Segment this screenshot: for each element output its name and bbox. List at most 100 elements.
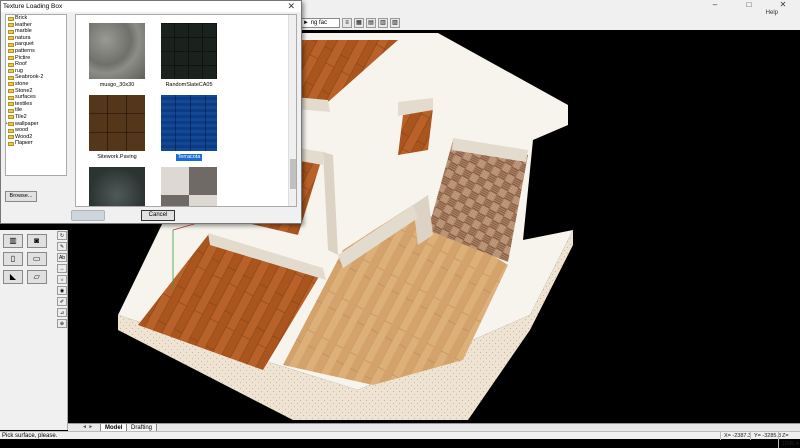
folder-label: Wood2 [15, 133, 33, 140]
tool-palette: ▥ ◙ ▯ ▭ ◣ ▱ [2, 232, 50, 286]
texture-grid[interactable]: musgo_30x30 RandomSlateCA05 Sitework.Pavin… [75, 14, 297, 207]
minimize-icon[interactable]: – [698, 0, 732, 10]
sheet-tabs: ◄ ► Model Drafting [68, 423, 800, 432]
texture-label: musgo_30x30 [99, 82, 135, 88]
texture-tile[interactable]: musgo_30x30 [82, 23, 152, 89]
secondary-tools: ↻ ✎ Ab ↔ ☼ ◉ ✐ ⊿ ⊕ [56, 230, 68, 330]
folder-icon [8, 62, 14, 67]
folder-label: surfaces [15, 94, 36, 101]
folder-item[interactable]: parquet [6, 41, 66, 48]
folder-item[interactable]: Brick [6, 15, 66, 22]
folder-item[interactable]: tile [6, 107, 66, 114]
terrain-tool-icon[interactable]: ◣ [3, 270, 23, 284]
folder-item[interactable]: patterns [6, 48, 66, 55]
folder-icon [8, 128, 14, 133]
coord-z: Z= 1045.4 [778, 432, 800, 448]
folder-item[interactable]: Seabrook-2 [6, 74, 66, 81]
folder-icon [8, 23, 14, 28]
folder-item[interactable]: marble [6, 28, 66, 35]
folder-item[interactable]: surfaces [6, 94, 66, 101]
cancel-button[interactable]: Cancel [141, 210, 175, 221]
folder-item[interactable]: + wallpaper [6, 121, 66, 128]
texture-tile[interactable] [154, 167, 224, 206]
rotate-icon[interactable]: ↻ [57, 231, 67, 240]
texture-tile[interactable]: Terracota [154, 95, 224, 161]
folder-icon [8, 108, 14, 113]
texture-loading-dialog: Texture Loading Box ✕ Brick leather marble… [0, 0, 302, 224]
dialog-titlebar[interactable]: Texture Loading Box ✕ [1, 1, 301, 12]
folder-item[interactable]: textiles [6, 101, 66, 108]
folder-item[interactable]: natura [6, 35, 66, 42]
folder-icon [8, 135, 14, 140]
folder-item[interactable]: leather [6, 22, 66, 29]
folder-item[interactable]: Pictire [6, 55, 66, 62]
edit-icon[interactable]: ✎ [57, 242, 67, 251]
folder-label: rug [15, 67, 23, 74]
texture-tile[interactable]: Sitework.Paving [82, 95, 152, 161]
measure-icon[interactable]: ⊿ [57, 308, 67, 317]
folder-label: patterns [15, 47, 35, 54]
text-tool-icon[interactable]: Ab [57, 253, 67, 262]
folder-label: Stone2 [15, 87, 33, 94]
view-mode-select[interactable]: ► ng fac [300, 17, 340, 28]
folder-icon [8, 36, 14, 41]
texture-thumbnail[interactable] [89, 23, 145, 79]
folder-icon [8, 29, 14, 34]
folder-item[interactable]: rug [6, 68, 66, 75]
close-icon[interactable]: ✕ [287, 1, 295, 12]
pen-icon[interactable]: ✐ [57, 297, 67, 306]
list-view-icon[interactable]: ≡ [342, 17, 352, 28]
folder-tree[interactable]: Brick leather marble natura parquet patterns P… [5, 14, 67, 176]
window-tool-icon[interactable]: ▥ [3, 234, 23, 248]
maximize-icon[interactable]: □ [732, 0, 766, 10]
texture-tile[interactable]: RandomSlateCA05 [154, 23, 224, 89]
stair-tool-icon[interactable]: ▱ [26, 270, 47, 284]
folder-item[interactable]: Паркет [6, 140, 66, 147]
dimension-icon[interactable]: ↔ [57, 264, 67, 273]
folder-label: Brick [15, 15, 28, 21]
dialog-title: Texture Loading Box [3, 3, 63, 10]
folder-icon [8, 82, 14, 87]
folder-icon [8, 56, 14, 61]
folder-label: Pictire [15, 54, 31, 61]
tab-nav-arrows[interactable]: ◄ ► [82, 424, 93, 430]
folder-label: leather [15, 21, 32, 28]
columns-view-icon[interactable]: ▥ [378, 17, 388, 28]
folder-label: marble [15, 28, 32, 35]
folder-item[interactable]: Wood2 [6, 134, 66, 141]
folder-item[interactable]: stone [6, 81, 66, 88]
folder-label: Паркет [15, 140, 33, 147]
folder-icon [8, 141, 14, 146]
close-window-icon[interactable]: ✕ [766, 0, 800, 10]
texture-thumbnail[interactable] [161, 95, 217, 151]
object-tool-icon[interactable]: ◙ [26, 234, 47, 248]
scrollbar-thumb[interactable] [290, 159, 296, 189]
folder-label: natura [15, 34, 31, 41]
zoom-icon[interactable]: ⊕ [57, 319, 67, 328]
help-menu[interactable]: Help [766, 10, 778, 16]
grid-view-icon[interactable]: ▤ [366, 17, 376, 28]
texture-thumbnail[interactable] [89, 167, 145, 206]
texture-thumbnail[interactable] [89, 95, 145, 151]
light-icon[interactable]: ☼ [57, 275, 67, 284]
folder-item[interactable]: Tile2 [6, 114, 66, 121]
folder-item[interactable]: Roof [6, 61, 66, 68]
folder-item[interactable]: wood [6, 127, 66, 134]
left-toolbox: ▥ ◙ ▯ ▭ ◣ ▱ ↻ ✎ Ab ↔ ☼ ◉ ✐ ⊿ ⊕ [0, 230, 68, 430]
browse-button[interactable]: Browse... [5, 191, 37, 202]
ok-button[interactable] [71, 210, 105, 221]
color-palette-icon[interactable]: ▦ [354, 17, 364, 28]
door-tool-icon[interactable]: ▭ [26, 252, 47, 266]
folder-item[interactable]: Stone2 [6, 88, 66, 95]
folder-icon [8, 75, 14, 80]
folder-label: wallpaper [15, 120, 39, 127]
status-bar: Pick surface, please. X= -2387.3 Y= -328… [0, 431, 800, 448]
texture-tile[interactable] [82, 167, 152, 206]
folder-label: parquet [15, 41, 34, 48]
texture-thumbnail[interactable] [161, 167, 217, 206]
layers-icon[interactable]: ▨ [390, 17, 400, 28]
camera-icon[interactable]: ◉ [57, 286, 67, 295]
texture-thumbnail[interactable] [161, 23, 217, 79]
wall-tool-icon[interactable]: ▯ [3, 252, 23, 266]
texture-grid-scrollbar[interactable] [288, 15, 296, 206]
